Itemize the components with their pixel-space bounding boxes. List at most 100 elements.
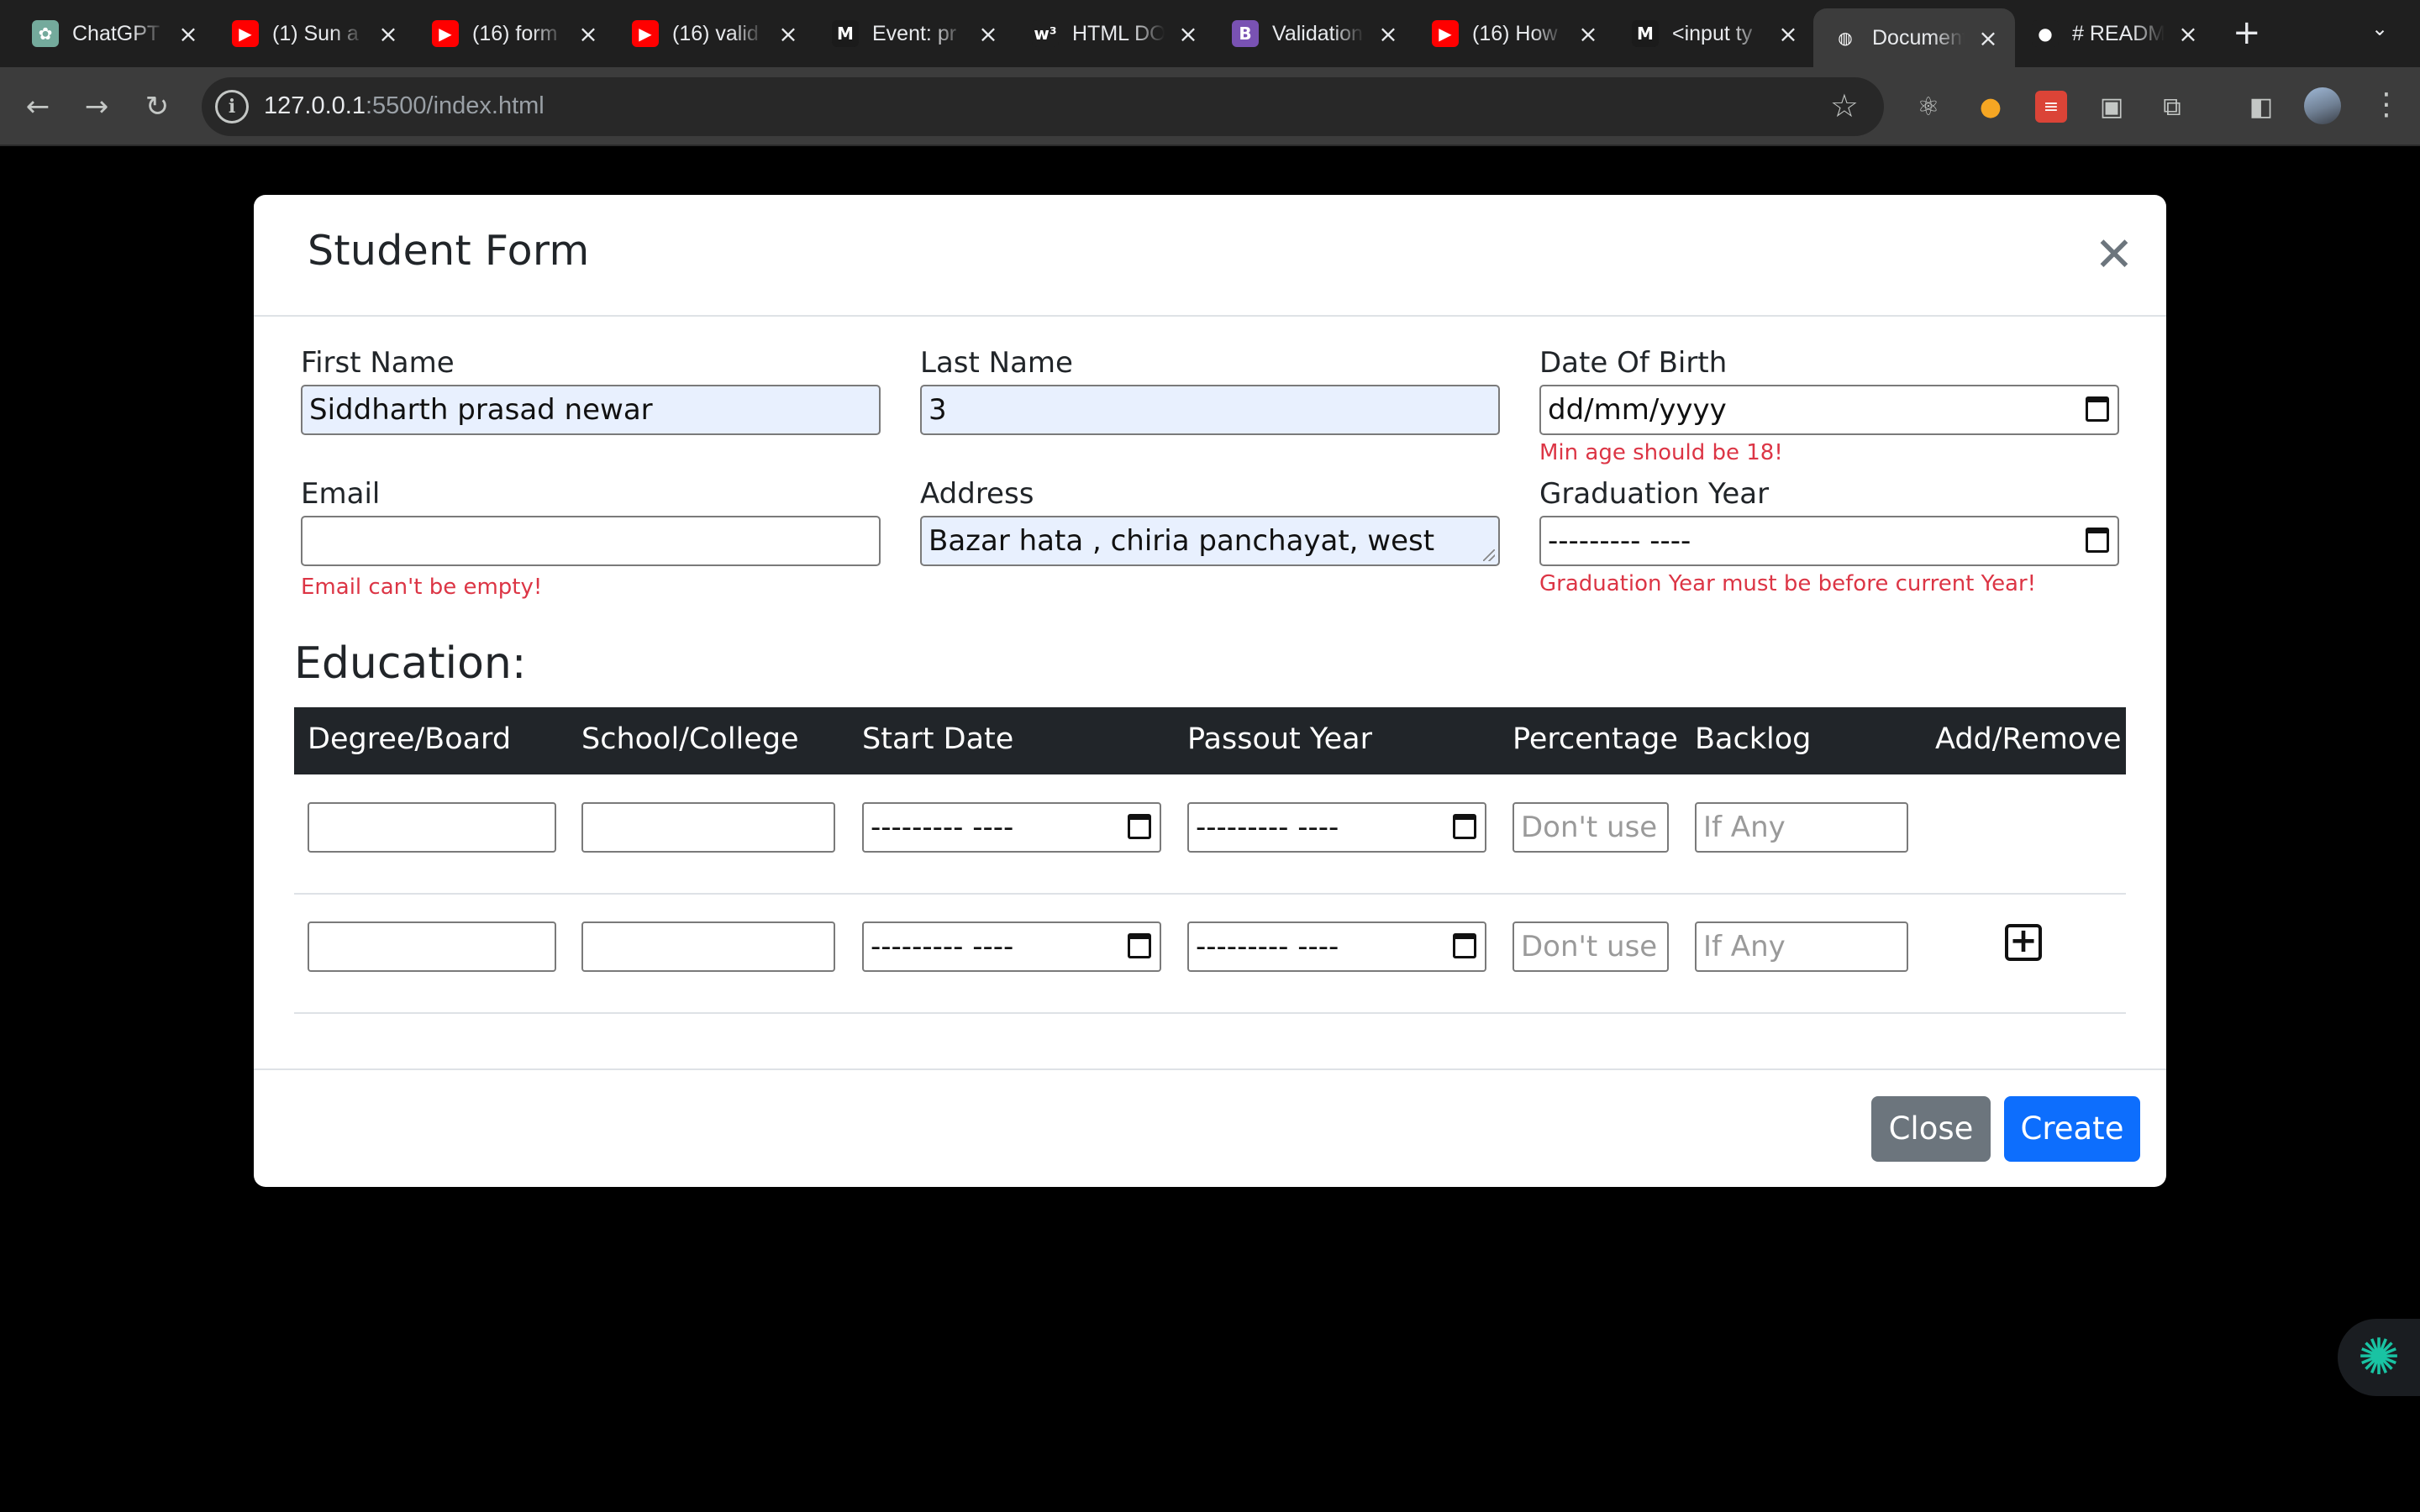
browser-tab[interactable]: ▶ (16) How ×	[1432, 12, 1600, 55]
mdn-icon: M	[832, 20, 859, 47]
reload-icon[interactable]: ↻	[136, 86, 178, 128]
graduation-year-label: Graduation Year	[1539, 477, 1770, 511]
youtube-icon: ▶	[232, 20, 259, 47]
calendar-icon[interactable]	[1128, 814, 1151, 839]
bootstrap-icon: B	[1232, 20, 1259, 47]
browser-tab[interactable]: ▶ (16) valid ×	[632, 12, 800, 55]
create-button[interactable]: Create	[2004, 1096, 2140, 1162]
tab-close-icon[interactable]: ×	[1976, 24, 2000, 52]
tab-close-icon[interactable]: ×	[2176, 20, 2200, 48]
calendar-icon[interactable]	[1453, 814, 1476, 839]
percentage-input[interactable]: Don't use	[1512, 921, 1669, 972]
w3schools-icon: w³	[1032, 20, 1059, 47]
calendar-icon[interactable]	[1128, 933, 1151, 958]
calendar-icon[interactable]	[2086, 528, 2109, 553]
forward-icon[interactable]: →	[76, 86, 118, 128]
tab-title: ChatGPT	[72, 21, 160, 45]
new-tab-button[interactable]: +	[2233, 12, 2261, 54]
start-date-input[interactable]: --------- ----	[862, 921, 1161, 972]
youtube-icon: ▶	[1432, 20, 1459, 47]
passout-year-input[interactable]: --------- ----	[1187, 921, 1486, 972]
tab-close-icon[interactable]: ×	[776, 20, 800, 48]
browser-tab[interactable]: ● # READM ×	[2032, 12, 2200, 55]
tab-close-icon[interactable]: ×	[576, 20, 600, 48]
tab-close-icon[interactable]: ×	[1376, 20, 1400, 48]
bookmark-star-icon[interactable]: ☆	[1830, 87, 1859, 124]
address-textarea[interactable]: Bazar hata , chiria panchayat, west	[920, 516, 1500, 566]
passout-year-input[interactable]: --------- ----	[1187, 802, 1486, 853]
address-value: Bazar hata , chiria panchayat, west	[929, 524, 1435, 558]
tab-close-icon[interactable]: ×	[1776, 20, 1800, 48]
start-date-value: --------- ----	[871, 811, 1014, 844]
mdn-icon: M	[1632, 20, 1659, 47]
tab-title: (16) How	[1472, 21, 1558, 45]
picture-in-picture-icon[interactable]: ▣	[2096, 91, 2128, 123]
chatgpt-icon: ✿	[32, 20, 59, 47]
email-label: Email	[301, 477, 381, 511]
email-input[interactable]	[301, 516, 881, 566]
graduation-year-value: --------- ----	[1548, 524, 1691, 558]
percentage-input[interactable]: Don't use	[1512, 802, 1669, 853]
browser-tab[interactable]: B Validation ×	[1232, 12, 1400, 55]
column-header-start-date: Start Date	[862, 722, 1014, 756]
extensions-puzzle-icon[interactable]: ⧉	[2156, 91, 2188, 123]
add-row-plus-icon[interactable]: +	[2005, 924, 2042, 961]
extension-icon[interactable]: ●	[1975, 91, 2007, 123]
browser-tab[interactable]: w³ HTML DO ×	[1032, 12, 1200, 55]
browser-tab[interactable]: ✿ ChatGPT ×	[32, 12, 200, 55]
close-button[interactable]: Close	[1871, 1096, 1991, 1162]
todoist-icon[interactable]: ≡	[2035, 91, 2067, 123]
tab-title: HTML DO	[1072, 21, 1165, 45]
browser-tab[interactable]: M <input ty ×	[1632, 12, 1800, 55]
address-bar[interactable]: i 127.0.0.1:5500/index.html ☆	[202, 77, 1884, 136]
start-date-value: --------- ----	[871, 930, 1014, 963]
calendar-icon[interactable]	[1453, 933, 1476, 958]
back-icon[interactable]: ←	[17, 86, 59, 128]
modal-header: Student Form ✕	[254, 195, 2166, 317]
dob-label: Date Of Birth	[1539, 346, 1728, 380]
school-input[interactable]	[581, 921, 835, 972]
ai-assistant-icon[interactable]: ✺	[2338, 1319, 2420, 1396]
school-input[interactable]	[581, 802, 835, 853]
url-text[interactable]: 127.0.0.1:5500/index.html	[264, 92, 544, 120]
close-icon[interactable]: ✕	[2091, 232, 2138, 279]
browser-tab[interactable]: ▶ (1) Sun a ×	[232, 12, 400, 55]
tab-close-icon[interactable]: ×	[376, 20, 400, 48]
graduation-year-error: Graduation Year must be before current Y…	[1539, 571, 2037, 596]
dob-date-input[interactable]: dd/mm/yyyy	[1539, 385, 2119, 435]
tab-close-icon[interactable]: ×	[176, 20, 200, 48]
graduation-year-input[interactable]: --------- ----	[1539, 516, 2119, 566]
tab-close-icon[interactable]: ×	[1576, 20, 1600, 48]
browser-menu-icon[interactable]: ⋮	[2371, 87, 2402, 122]
site-info-icon[interactable]: i	[215, 90, 249, 123]
modal-title: Student Form	[308, 227, 590, 275]
degree-input[interactable]	[308, 921, 556, 972]
browser-tab[interactable]: M Event: pr ×	[832, 12, 1000, 55]
last-name-input[interactable]: 3	[920, 385, 1500, 435]
tab-close-icon[interactable]: ×	[1176, 20, 1200, 48]
browser-tab[interactable]: ▶ (16) form ×	[432, 12, 600, 55]
youtube-icon: ▶	[432, 20, 459, 47]
dob-error: Min age should be 18!	[1539, 440, 1783, 465]
backlog-input[interactable]: If Any	[1695, 921, 1908, 972]
address-label: Address	[920, 477, 1034, 511]
resize-handle-icon[interactable]	[1483, 549, 1495, 561]
tab-search-icon[interactable]: ⌄	[2371, 17, 2388, 40]
tab-close-icon[interactable]: ×	[976, 20, 1000, 48]
url-path: :5500/index.html	[365, 92, 544, 119]
profile-avatar[interactable]	[2304, 87, 2341, 124]
column-header-school: School/College	[581, 722, 799, 756]
start-date-input[interactable]: --------- ----	[862, 802, 1161, 853]
browser-tab-strip: ✿ ChatGPT × ▶ (1) Sun a × ▶ (16) form × ▶ (16) val…	[0, 0, 2420, 67]
calendar-icon[interactable]	[2086, 396, 2109, 422]
side-panel-icon[interactable]: ◧	[2245, 91, 2277, 123]
column-header-percentage: Percentage	[1512, 722, 1678, 756]
degree-input[interactable]	[308, 802, 556, 853]
first-name-input[interactable]: Siddharth prasad newar	[301, 385, 881, 435]
passout-year-value: --------- ----	[1196, 811, 1339, 844]
react-devtools-icon[interactable]: ⚛	[1912, 91, 1944, 123]
student-form-modal: Student Form ✕ First Name Siddharth pras…	[254, 195, 2166, 1187]
backlog-input[interactable]: If Any	[1695, 802, 1908, 853]
tab-title: # READM	[2072, 21, 2165, 45]
browser-tab[interactable]: ◍ Document ×	[1813, 8, 2015, 67]
